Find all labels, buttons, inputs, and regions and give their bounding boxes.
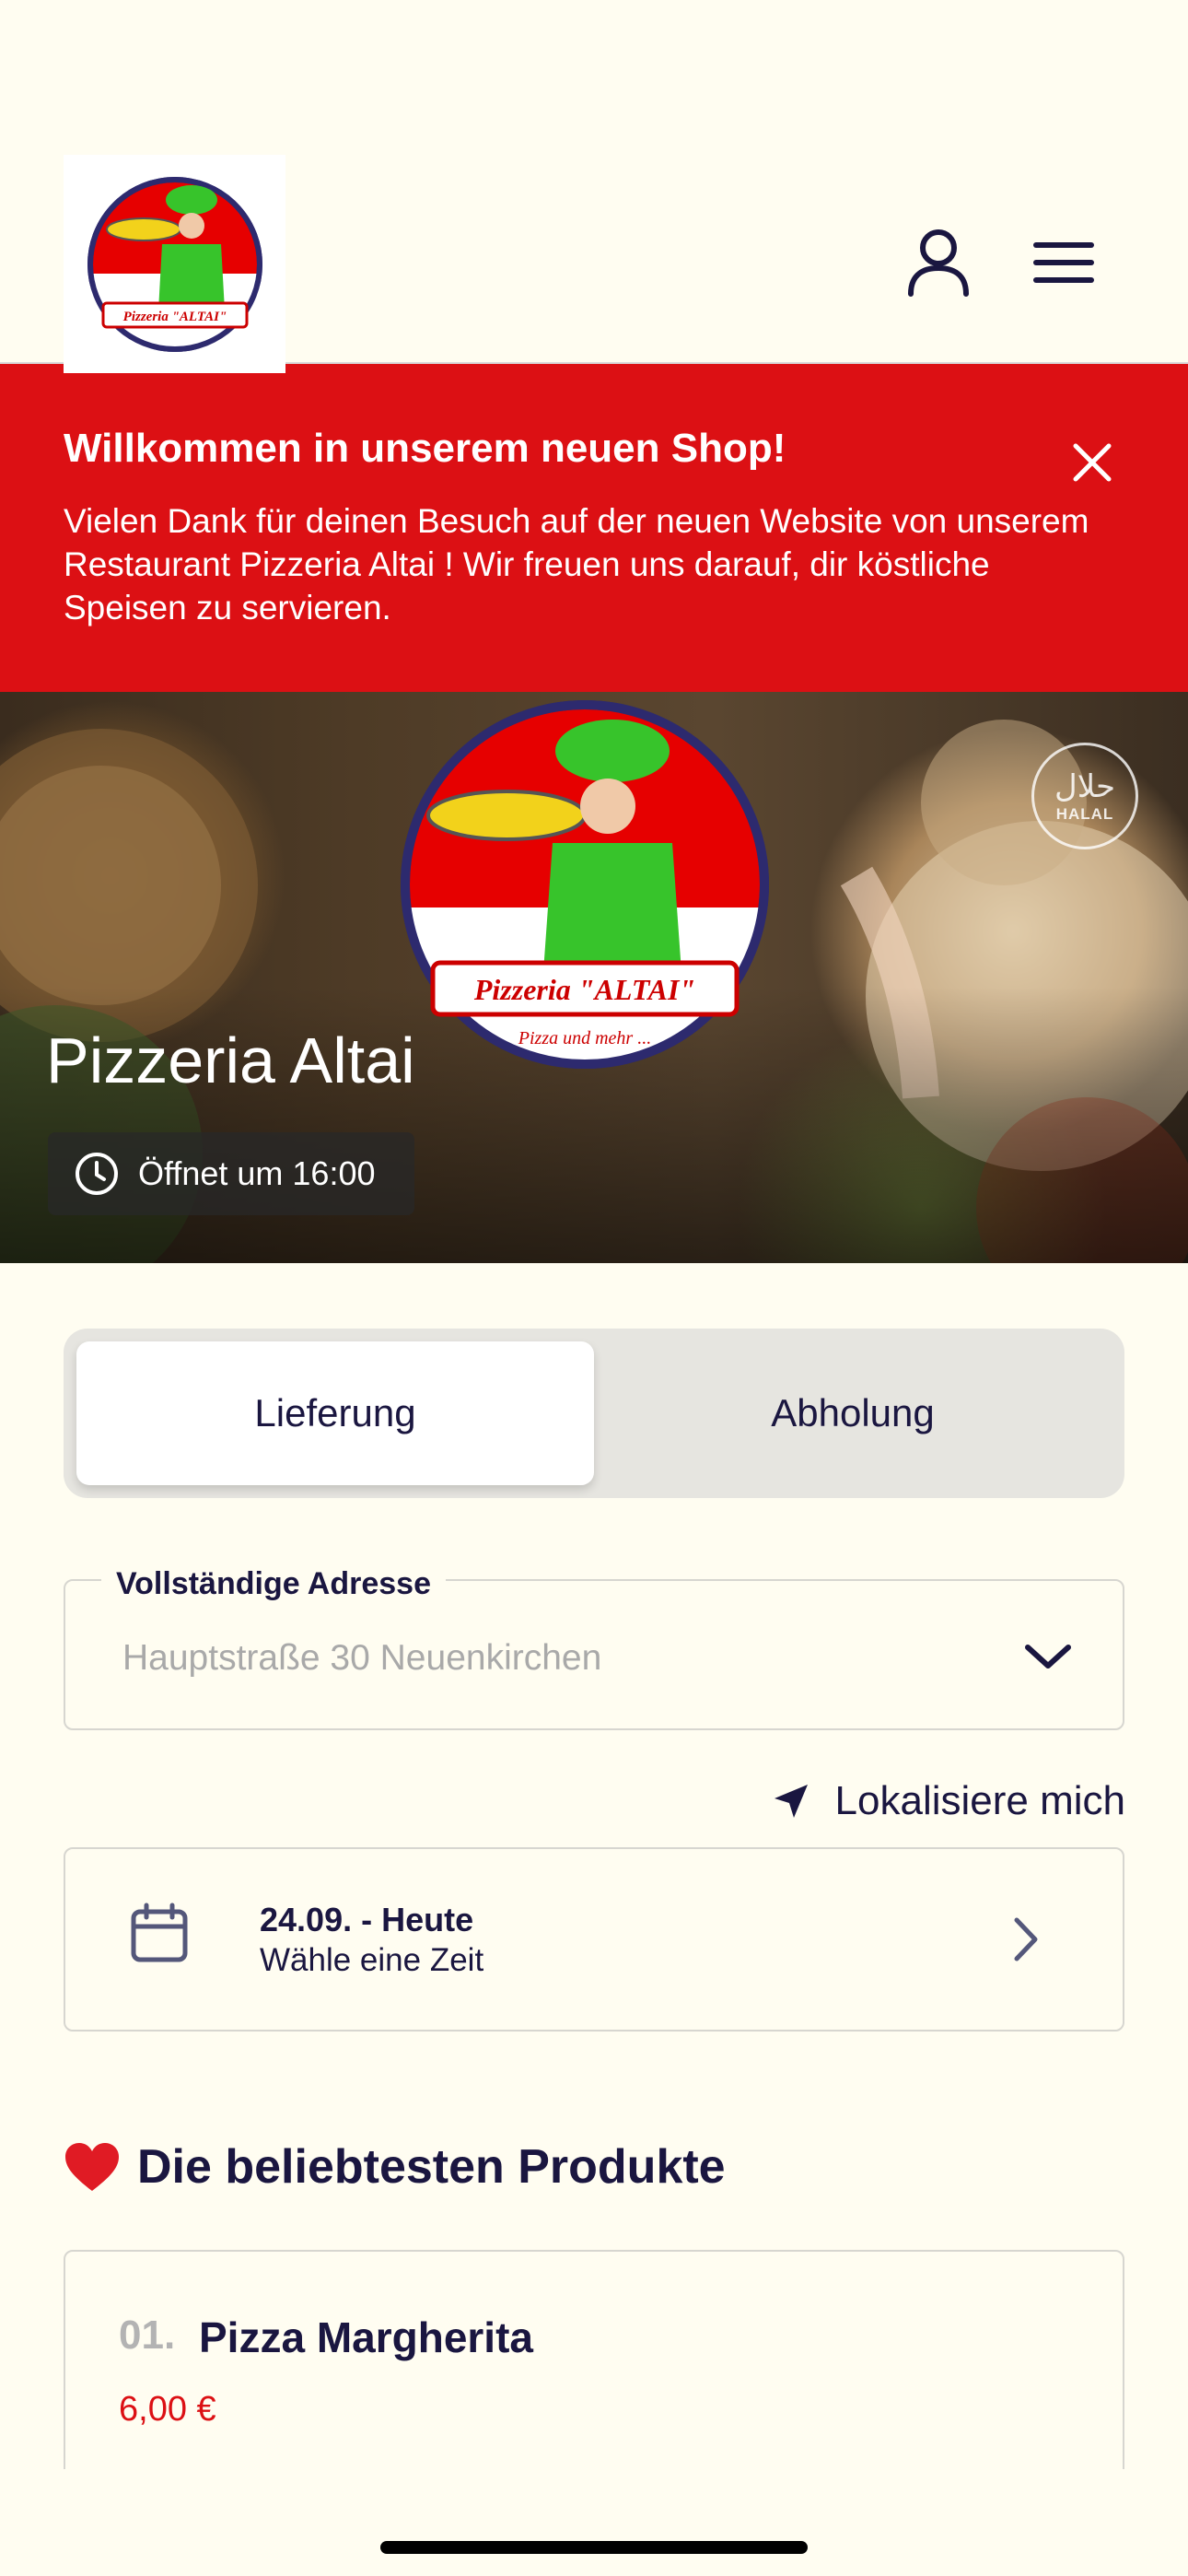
home-indicator[interactable]	[380, 2541, 808, 2554]
address-input[interactable]: Hauptstraße 30 Neuenkirchen	[122, 1638, 601, 1679]
banner-text: Vielen Dank für deinen Besuch auf der ne…	[64, 502, 1089, 626]
bottom-safe-area	[0, 2469, 1188, 2576]
halal-badge: حلال HALAL	[1031, 743, 1138, 849]
account-button[interactable]	[897, 221, 980, 304]
calendar-icon	[131, 1903, 188, 1962]
hamburger-icon	[1033, 242, 1094, 283]
locate-me-label: Lokalisiere mich	[834, 1778, 1125, 1823]
banner-title: Willkommen in unserem neuen Shop!	[64, 426, 786, 471]
locate-me-button[interactable]: Lokalisiere mich	[755, 1774, 1125, 1829]
chevron-right-icon	[1014, 1917, 1038, 1961]
chevron-down-icon[interactable]	[1022, 1638, 1074, 1675]
restaurant-name: Pizzeria Altai	[46, 1025, 415, 1096]
user-icon	[908, 229, 969, 297]
popular-title-text: Die beliebtesten Produkte	[137, 2140, 726, 2194]
opening-hours-badge: Öffnet um 16:00	[48, 1132, 414, 1215]
logo-text: Pizzeria "ALTAI"	[122, 310, 227, 324]
tab-abholung[interactable]: Abholung	[594, 1341, 1112, 1485]
tab-lieferung[interactable]: Lieferung	[76, 1341, 594, 1485]
popular-section-title: Die beliebtesten Produkte	[64, 2139, 726, 2195]
product-name: Pizza Margherita	[199, 2313, 533, 2361]
schedule-date: 24.09. - Heute	[260, 1901, 474, 1938]
restaurant-logo[interactable]: Pizzeria "ALTAI"	[64, 155, 285, 373]
opening-hours-text: Öffnet um 16:00	[138, 1154, 376, 1192]
banner-close-button[interactable]	[1059, 429, 1125, 496]
halal-label: HALAL	[1055, 805, 1114, 823]
heart-icon	[65, 2143, 119, 2191]
hero-logo-text: Pizzeria "ALTAI"	[473, 973, 695, 1006]
close-icon	[1073, 443, 1112, 482]
product-rank: 01.	[119, 2313, 176, 2358]
hero-image: Pizzeria "ALTAI" Pizza und mehr ... حلال…	[0, 692, 1188, 1263]
hero-logo: Pizzeria "ALTAI" Pizza und mehr ...	[401, 700, 769, 1069]
menu-button[interactable]	[1022, 221, 1105, 304]
clock-icon	[76, 1153, 118, 1195]
schedule-picker[interactable]	[64, 1847, 1124, 2032]
halal-arabic: حلال	[1054, 769, 1115, 804]
hero-logo-tagline: Pizza und mehr ...	[518, 1028, 651, 1048]
product-price: 6,00 €	[119, 2390, 216, 2429]
schedule-time-prompt: Wähle eine Zeit	[260, 1942, 484, 1978]
order-mode-toggle: Lieferung Abholung	[64, 1329, 1124, 1498]
location-arrow-icon	[774, 1785, 808, 1818]
address-label: Vollständige Adresse	[101, 1566, 446, 1602]
logo-image: Pizzeria "ALTAI"	[87, 176, 262, 352]
